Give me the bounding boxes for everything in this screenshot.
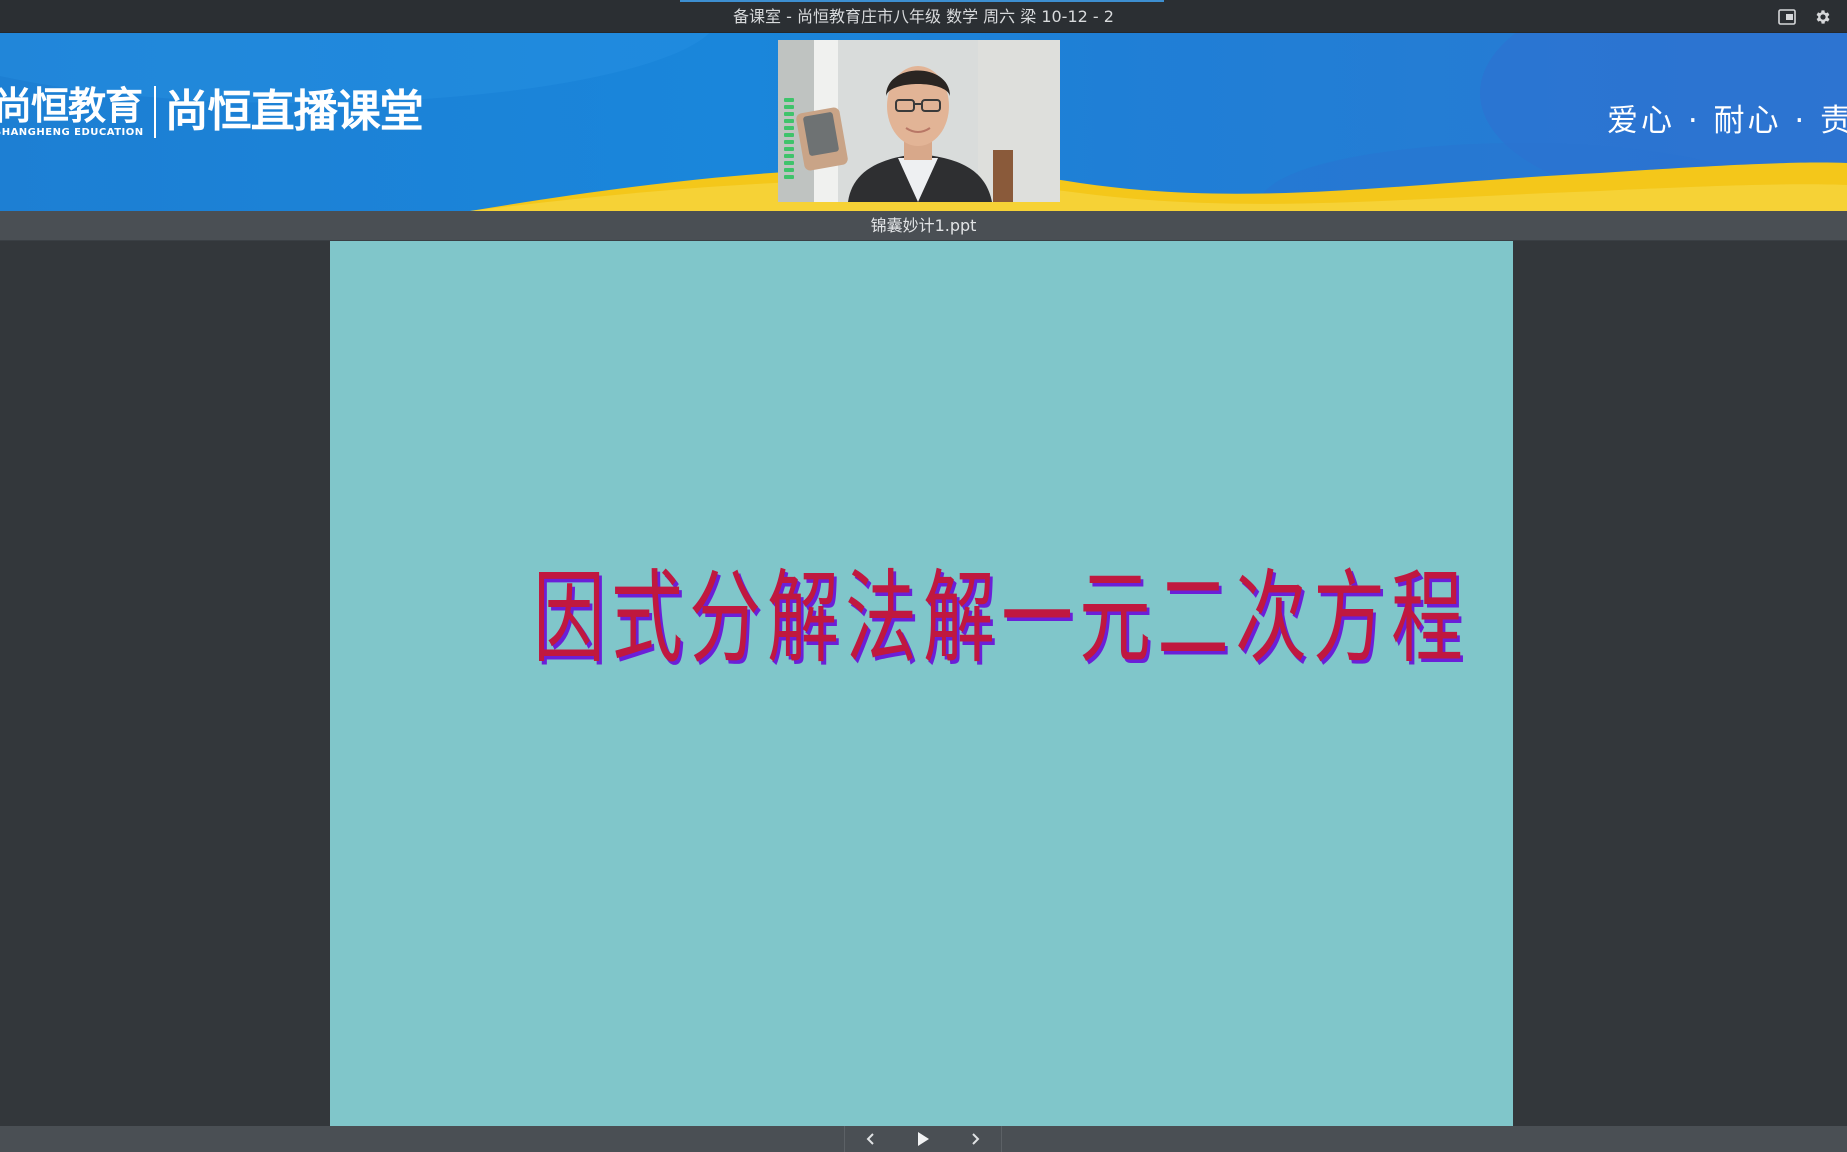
brand-divider [153,86,156,138]
presentation-slide[interactable]: 因式分解法解一元二次方程 [330,241,1513,1126]
brand-logo: 尚恒教育 SHANGHENG EDUCATION 尚恒直播课堂 [0,85,424,139]
window-title: 备课室 - 尚恒教育庄市八年级 数学 周六 梁 10-12 - 2 [733,7,1114,26]
document-file-name: 锦囊妙计1.ppt [870,216,977,235]
banner-slogan: 爱心 · 耐心 · 责 [1607,103,1847,139]
brand-block: 尚恒教育 SHANGHENG EDUCATION [0,85,144,139]
slide-title-char: 分 [689,560,761,678]
slide-title-char: 解 [767,560,839,678]
product-name: 尚恒直播课堂 [164,86,424,137]
play-icon [918,1132,929,1146]
document-name-bar: 锦囊妙计1.ppt [0,211,1847,241]
chevron-left-icon [866,1133,874,1145]
mic-level-icon [784,98,794,179]
slide-title-char: 方 [1313,560,1386,678]
slide-title-char: 一 [1001,560,1073,678]
gear-icon[interactable] [1812,6,1834,28]
brand-english-name: SHANGHENG EDUCATION [0,127,144,138]
slide-navigation-bar [0,1126,1847,1152]
slide-title-char: 二 [1157,560,1230,678]
slide-navigation-controls [844,1126,1002,1152]
presentation-stage: 因式分解法解一元二次方程 [0,241,1847,1126]
title-bar: 备课室 - 尚恒教育庄市八年级 数学 周六 梁 10-12 - 2 [0,0,1847,33]
slide-title-char: 解 [923,560,995,678]
slide-title-char: 法 [845,560,917,678]
teacher-webcam-video[interactable] [778,40,1060,202]
slide-title-char: 元 [1079,560,1152,678]
slide-title-char: 程 [1391,560,1464,678]
chevron-right-icon [972,1133,980,1145]
previous-slide-button[interactable] [845,1126,897,1152]
next-slide-button[interactable] [949,1126,1001,1152]
play-slideshow-button[interactable] [897,1126,949,1152]
picture-in-picture-icon[interactable] [1776,6,1798,28]
brand-name: 尚恒教育 [0,84,143,128]
slide-title-char: 因 [533,560,605,678]
slide-title-char: 式 [611,560,683,678]
slide-title-char: 次 [1235,560,1308,678]
slide-title: 因式分解法解一元二次方程 [530,559,1463,679]
webcam-frame-image [778,40,1060,202]
classroom-app: 备课室 - 尚恒教育庄市八年级 数学 周六 梁 10-12 - 2 尚恒教育 S… [0,0,1847,1152]
